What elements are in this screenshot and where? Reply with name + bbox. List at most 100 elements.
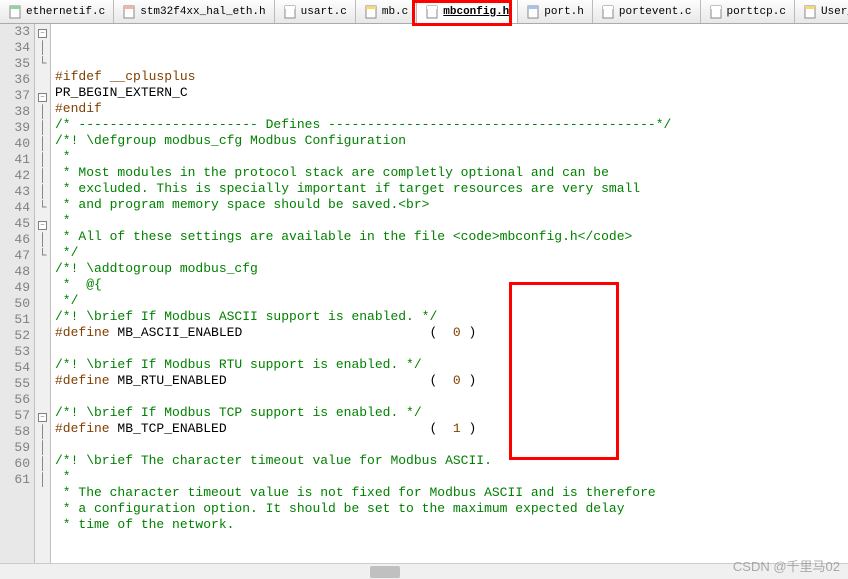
line-number: 54	[4, 360, 30, 376]
line-number: 42	[4, 168, 30, 184]
line-number: 56	[4, 392, 30, 408]
fold-marker: └	[35, 248, 50, 264]
file-icon	[803, 4, 817, 20]
tab-mb-c[interactable]: mb.c	[356, 0, 417, 23]
code-line[interactable]	[55, 437, 848, 453]
tab-label: portevent.c	[619, 6, 692, 18]
code-line[interactable]: #define MB_ASCII_ENABLED ( 0 )	[55, 325, 848, 341]
fold-marker: │	[35, 120, 50, 136]
fold-marker: │	[35, 424, 50, 440]
fold-marker: │	[35, 184, 50, 200]
line-number: 58	[4, 424, 30, 440]
code-line[interactable]: #define MB_TCP_ENABLED ( 1 )	[55, 421, 848, 437]
line-number: 57	[4, 408, 30, 424]
line-number: 35	[4, 56, 30, 72]
tab-label: User_m	[821, 6, 848, 18]
code-line[interactable]: #ifdef __cplusplus	[55, 69, 848, 85]
line-number: 41	[4, 152, 30, 168]
line-number: 48	[4, 264, 30, 280]
line-number: 45	[4, 216, 30, 232]
file-icon	[709, 4, 723, 20]
tab-label: stm32f4xx_hal_eth.h	[140, 6, 265, 18]
line-number: 60	[4, 456, 30, 472]
horizontal-scrollbar[interactable]	[0, 563, 848, 579]
fold-marker	[35, 360, 50, 376]
tab-usart-c[interactable]: usart.c	[275, 0, 356, 23]
line-number: 53	[4, 344, 30, 360]
file-icon	[425, 4, 439, 20]
code-line[interactable]: /*! \addtogroup modbus_cfg	[55, 261, 848, 277]
fold-marker: │	[35, 232, 50, 248]
code-line[interactable]: /*! \brief If Modbus RTU support is enab…	[55, 357, 848, 373]
tab-label: mbconfig.h	[443, 6, 509, 18]
code-line[interactable]: /*! \brief If Modbus TCP support is enab…	[55, 405, 848, 421]
tab-label: mb.c	[382, 6, 408, 18]
fold-marker	[35, 280, 50, 296]
tab-User_m[interactable]: User_m	[795, 0, 848, 23]
fold-marker	[35, 376, 50, 392]
code-line[interactable]: */	[55, 293, 848, 309]
fold-marker[interactable]: −	[35, 24, 50, 40]
code-line[interactable]: */	[55, 245, 848, 261]
code-line[interactable]: PR_BEGIN_EXTERN_C	[55, 85, 848, 101]
code-line[interactable]: * @{	[55, 277, 848, 293]
code-line[interactable]: /* ----------------------- Defines -----…	[55, 117, 848, 133]
fold-marker	[35, 72, 50, 88]
tab-port-h[interactable]: port.h	[518, 0, 593, 23]
fold-marker: │	[35, 168, 50, 184]
tab-label: ethernetif.c	[26, 6, 105, 18]
code-line[interactable]: #define MB_RTU_ENABLED ( 0 )	[55, 373, 848, 389]
code-line[interactable]: * All of these settings are available in…	[55, 229, 848, 245]
fold-marker: │	[35, 40, 50, 56]
code-line[interactable]: * The character timeout value is not fix…	[55, 485, 848, 501]
file-icon	[526, 4, 540, 20]
fold-marker: │	[35, 104, 50, 120]
tab-stm32f4xx_hal_eth-h[interactable]: stm32f4xx_hal_eth.h	[114, 0, 274, 23]
line-number: 50	[4, 296, 30, 312]
scrollbar-thumb[interactable]	[370, 566, 400, 578]
tab-label: port.h	[544, 6, 584, 18]
fold-marker[interactable]: −	[35, 216, 50, 232]
fold-marker: └	[35, 200, 50, 216]
code-line[interactable]: /*! \brief If Modbus ASCII support is en…	[55, 309, 848, 325]
code-line[interactable]: /*! \brief The character timeout value f…	[55, 453, 848, 469]
code-line[interactable]: * and program memory space should be sav…	[55, 197, 848, 213]
tab-mbconfig-h[interactable]: mbconfig.h	[417, 0, 518, 23]
tab-ethernetif-c[interactable]: ethernetif.c	[0, 0, 114, 23]
file-icon	[8, 4, 22, 20]
code-line[interactable]: /*! \defgroup modbus_cfg Modbus Configur…	[55, 133, 848, 149]
line-number: 46	[4, 232, 30, 248]
fold-marker: │	[35, 136, 50, 152]
line-number: 47	[4, 248, 30, 264]
line-number: 61	[4, 472, 30, 488]
code-line[interactable]: *	[55, 469, 848, 485]
code-line[interactable]: * excluded. This is specially important …	[55, 181, 848, 197]
code-area[interactable]: #ifdef __cplusplusPR_BEGIN_EXTERN_C#endi…	[51, 24, 848, 579]
code-line[interactable]	[55, 389, 848, 405]
line-number: 49	[4, 280, 30, 296]
code-editor: 3334353637383940414243444546474849505152…	[0, 24, 848, 579]
code-line[interactable]: *	[55, 213, 848, 229]
file-icon	[122, 4, 136, 20]
tab-label: usart.c	[301, 6, 347, 18]
code-line[interactable]: * a configuration option. It should be s…	[55, 501, 848, 517]
tab-label: porttcp.c	[727, 6, 786, 18]
tab-porttcp-c[interactable]: porttcp.c	[701, 0, 795, 23]
file-icon	[364, 4, 378, 20]
line-number: 52	[4, 328, 30, 344]
fold-column: −│└−││││││└−│└−││││	[35, 24, 51, 579]
code-line[interactable]: * Most modules in the protocol stack are…	[55, 165, 848, 181]
fold-marker[interactable]: −	[35, 408, 50, 424]
line-number: 33	[4, 24, 30, 40]
fold-marker: │	[35, 152, 50, 168]
line-number: 39	[4, 120, 30, 136]
code-line[interactable]: #endif	[55, 101, 848, 117]
fold-marker: │	[35, 440, 50, 456]
code-line[interactable]	[55, 341, 848, 357]
line-number: 36	[4, 72, 30, 88]
fold-marker[interactable]: −	[35, 88, 50, 104]
tab-portevent-c[interactable]: portevent.c	[593, 0, 701, 23]
code-line[interactable]: *	[55, 149, 848, 165]
fold-marker	[35, 328, 50, 344]
code-line[interactable]: * time of the network.	[55, 517, 848, 533]
